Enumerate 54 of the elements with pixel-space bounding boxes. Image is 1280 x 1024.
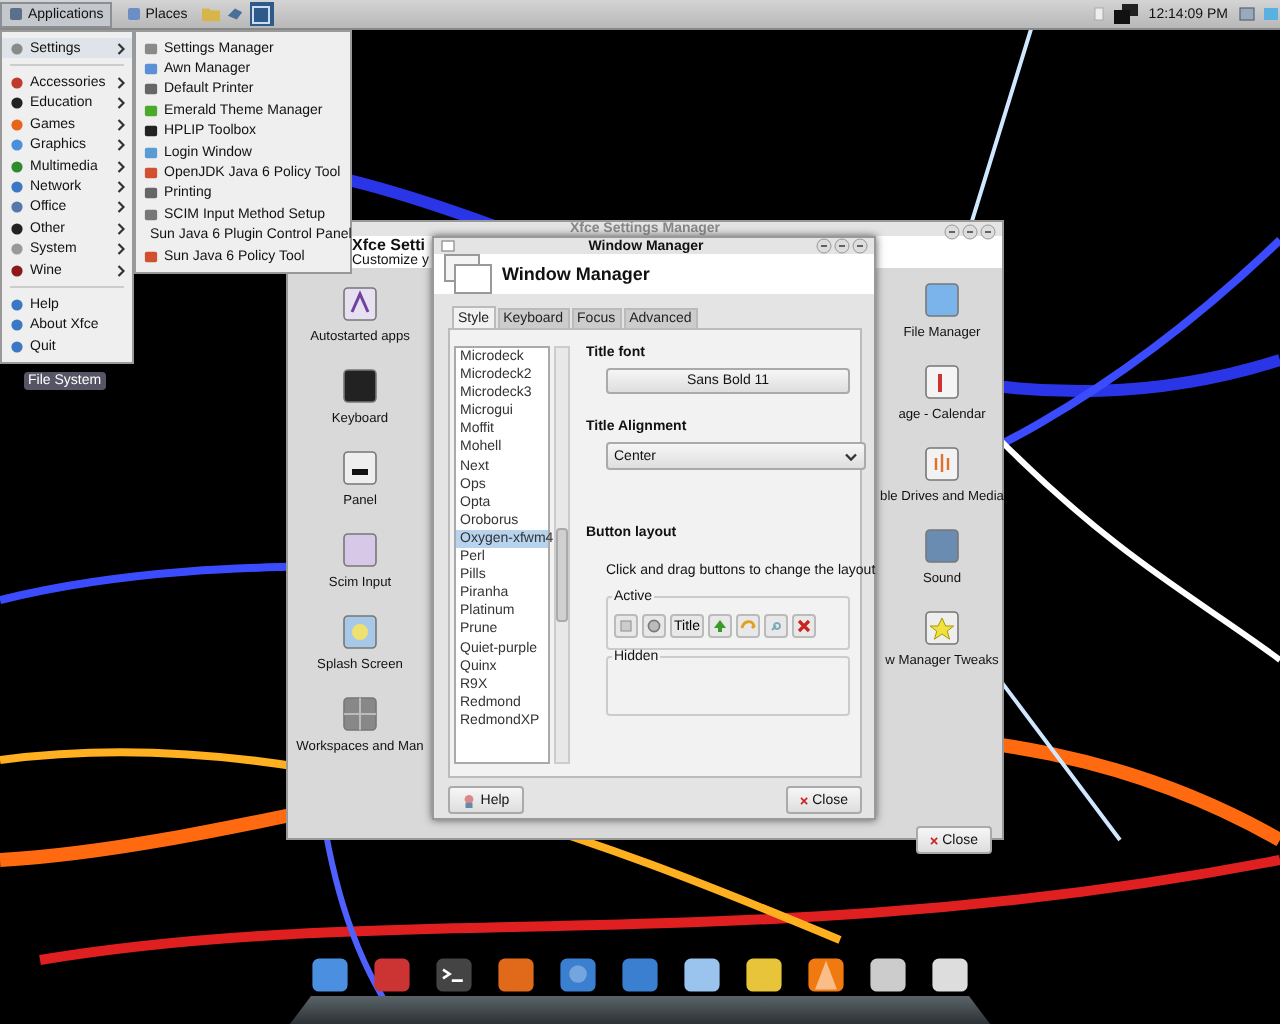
square-icon [144, 124, 158, 139]
square-icon [144, 82, 158, 97]
dot-icon [10, 159, 24, 174]
magnifier-icon [768, 618, 784, 634]
workspace-pager[interactable] [249, 2, 274, 26]
chevron-down-icon [844, 451, 858, 461]
square-icon [618, 618, 634, 634]
close-icon[interactable] [980, 224, 996, 240]
window-icon[interactable] [1238, 6, 1256, 22]
square-icon [8, 6, 24, 22]
dot-icon [10, 180, 24, 195]
dot-icon [10, 117, 24, 132]
dot-icon [10, 263, 24, 278]
square-icon [144, 145, 158, 160]
panel-icon[interactable] [340, 448, 380, 488]
dot-icon [10, 41, 24, 56]
dot-icon [10, 318, 24, 333]
dialog-heading: Window Manager [502, 264, 650, 284]
square-icon [144, 166, 158, 181]
dot-icon [10, 221, 24, 236]
close-icon [796, 618, 812, 634]
square-icon [144, 186, 158, 201]
square-icon [144, 103, 158, 118]
dot-icon [10, 138, 24, 153]
close-icon[interactable] [852, 238, 868, 254]
layout-button[interactable] [708, 614, 732, 638]
square-icon [144, 249, 158, 264]
square-icon [144, 207, 158, 222]
dot-icon [10, 96, 24, 111]
dot-icon [10, 339, 24, 354]
maximize-icon[interactable] [962, 224, 978, 240]
close-icon [930, 833, 939, 847]
letter-a-icon[interactable] [339, 284, 380, 324]
scrollbar[interactable] [554, 346, 570, 764]
person-icon [462, 793, 477, 807]
circle-icon [646, 618, 662, 634]
dot-icon [10, 200, 24, 215]
window-heading: Xfce Setti [352, 236, 427, 254]
chevron-right-icon [116, 41, 126, 56]
dot-icon [10, 297, 24, 312]
square-icon [144, 62, 158, 77]
workspaces-icon[interactable] [340, 694, 380, 734]
up-arrow-icon [712, 618, 728, 634]
layout-button[interactable] [792, 614, 816, 638]
dot-icon [10, 76, 24, 91]
minimize-icon[interactable] [816, 238, 832, 254]
minimize-icon[interactable] [944, 224, 960, 240]
layout-button[interactable] [642, 614, 666, 638]
star-window-icon[interactable] [922, 608, 962, 648]
close-icon [800, 793, 809, 807]
square-icon [144, 41, 158, 56]
maximize-icon[interactable] [834, 238, 850, 254]
dot-icon [10, 242, 24, 257]
square-icon [125, 6, 142, 22]
